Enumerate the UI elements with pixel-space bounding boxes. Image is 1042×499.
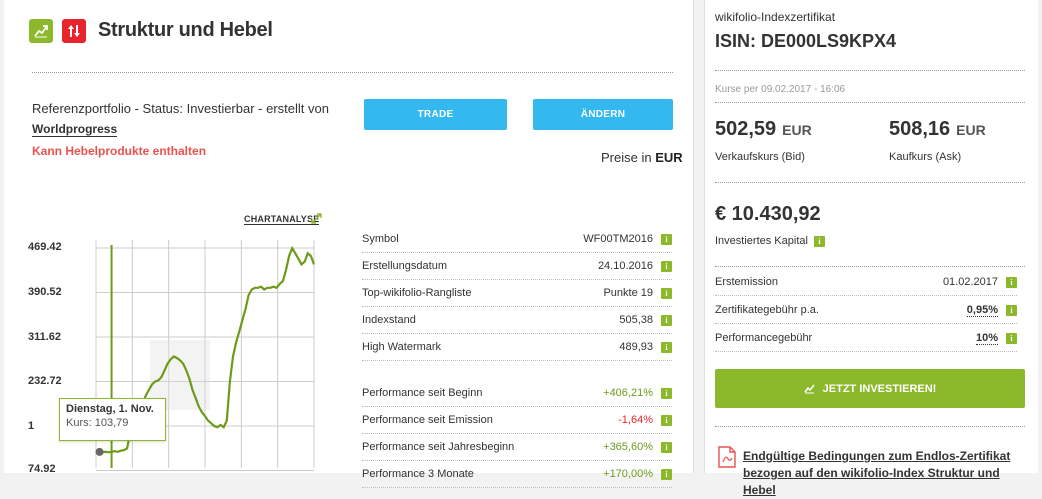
y-tick-label: 390.52: [28, 286, 62, 298]
detail-row: Indexstand 505,38 i: [362, 307, 672, 334]
detail-label: Performance seit Jahresbeginn: [362, 441, 515, 453]
detail-value: 24.10.2016: [597, 260, 653, 272]
info-icon[interactable]: i: [1006, 332, 1017, 344]
info-icon[interactable]: i: [661, 414, 672, 426]
info-icon[interactable]: i: [661, 287, 672, 299]
y-tick-label: 469.42: [28, 241, 62, 253]
detail-value: +365,60%: [603, 441, 653, 453]
price-chart[interactable]: [0, 0, 340, 473]
price-date: Kurse per 09.02.2017 - 16:06: [715, 84, 846, 95]
info-icon[interactable]: i: [661, 468, 672, 480]
detail-row: Performance 3 Monate +170,00% i: [362, 461, 672, 488]
detail-label: High Watermark: [362, 341, 442, 353]
sidebar-row: Zertifikategebühr p.a. 0,95% i: [715, 297, 1017, 324]
ask-value: 508,16: [889, 118, 951, 140]
detail-value: -1,64%: [618, 414, 653, 426]
hover-point: [95, 447, 104, 456]
info-icon[interactable]: i: [661, 341, 672, 353]
ask-price: 508,16 EUR: [889, 118, 986, 141]
tooltip-value: Kurs: 103,79: [66, 417, 129, 429]
tooltip-date: Dienstag, 1. Nov.: [66, 403, 154, 415]
currency-label: Preise in: [601, 150, 652, 165]
detail-label: Erstellungsdatum: [362, 260, 447, 272]
invested-capital-label-row: Investiertes Kapital i: [715, 235, 825, 247]
sidebar-row-label: Erstemission: [715, 276, 778, 288]
aendern-button[interactable]: ÄNDERN: [533, 99, 673, 130]
info-icon[interactable]: i: [661, 260, 672, 272]
trade-button[interactable]: TRADE: [364, 99, 507, 130]
invested-capital: € 10.430,92: [715, 203, 821, 225]
chart-trend-icon: [804, 384, 815, 394]
detail-value: +170,00%: [603, 468, 653, 480]
divider: [715, 70, 1025, 71]
detail-row: Performance seit Emission -1,64% i: [362, 407, 672, 434]
ask-unit: EUR: [956, 122, 986, 138]
info-icon[interactable]: i: [661, 387, 672, 399]
detail-label: Indexstand: [362, 314, 416, 326]
detail-label: Performance 3 Monate: [362, 468, 474, 480]
y-tick-label: 311.62: [28, 331, 62, 343]
ask-label: Kaufkurs (Ask): [889, 151, 962, 163]
info-icon[interactable]: i: [661, 314, 672, 326]
sidebar-row-value[interactable]: 0,95%: [966, 304, 998, 317]
bid-label: Verkaufskurs (Bid): [715, 151, 805, 163]
bid-price: 502,59 EUR: [715, 118, 812, 141]
info-icon[interactable]: i: [661, 441, 672, 453]
detail-row: Performance seit Beginn +406,21% i: [362, 380, 672, 407]
info-icon[interactable]: i: [1006, 304, 1017, 316]
divider: [715, 266, 1025, 267]
info-icon[interactable]: i: [1006, 276, 1017, 288]
divider: [715, 426, 1025, 427]
invested-capital-label: Investiertes Kapital: [715, 235, 808, 247]
certificate-type: wikifolio-Indexzertifikat: [715, 10, 836, 24]
y-tick-label: 74.92: [28, 463, 56, 475]
detail-value: 489,93: [619, 341, 653, 353]
detail-value: +406,21%: [603, 387, 653, 399]
sidebar-row: Performancegebühr 10% i: [715, 325, 1017, 352]
sidebar-row: Erstemission 01.02.2017 i: [715, 269, 1017, 296]
detail-value: 505,38: [619, 314, 653, 326]
y-tick-label: 232.72: [28, 375, 62, 387]
invest-button[interactable]: JETZT INVESTIEREN!: [715, 369, 1025, 408]
sidebar-row-label: Performancegebühr: [715, 332, 813, 344]
bid-value: 502,59: [715, 118, 777, 140]
currency-value: EUR: [655, 150, 683, 165]
divider: [715, 102, 1025, 103]
info-icon[interactable]: i: [813, 235, 825, 247]
detail-label: Top-wikifolio-Rangliste: [362, 287, 472, 299]
detail-value: Punkte 19: [603, 287, 653, 299]
detail-row: High Watermark 489,93 i: [362, 334, 672, 361]
pdf-icon: [718, 446, 736, 468]
sidebar-row-value[interactable]: 10%: [975, 332, 998, 345]
detail-value: WF00TM2016: [583, 233, 653, 245]
currency-info: Preise in EUR: [601, 150, 683, 165]
detail-label: Performance seit Emission: [362, 414, 493, 426]
sidebar-row-label: Zertifikategebühr p.a.: [715, 304, 819, 316]
info-icon[interactable]: i: [661, 233, 672, 245]
y-tick-label: 1: [28, 420, 35, 432]
invest-button-label: JETZT INVESTIEREN!: [822, 382, 937, 395]
sidebar-row-value: 01.02.2017: [942, 276, 998, 288]
isin: ISIN: DE000LS9KPX4: [715, 31, 897, 51]
final-terms-link[interactable]: Endgültige Bedingungen zum Endlos-Zertif…: [743, 448, 1028, 499]
detail-label: Performance seit Beginn: [362, 387, 483, 399]
detail-row: Top-wikifolio-Rangliste Punkte 19 i: [362, 280, 672, 307]
chart-tooltip: Dienstag, 1. Nov. Kurs: 103,79: [59, 398, 166, 441]
detail-label: Symbol: [362, 233, 399, 245]
detail-row: Erstellungsdatum 24.10.2016 i: [362, 253, 672, 280]
divider: [715, 182, 1025, 183]
bid-unit: EUR: [782, 122, 812, 138]
detail-row: Performance seit Jahresbeginn +365,60% i: [362, 434, 672, 461]
detail-row: Symbol WF00TM2016 i: [362, 226, 672, 253]
